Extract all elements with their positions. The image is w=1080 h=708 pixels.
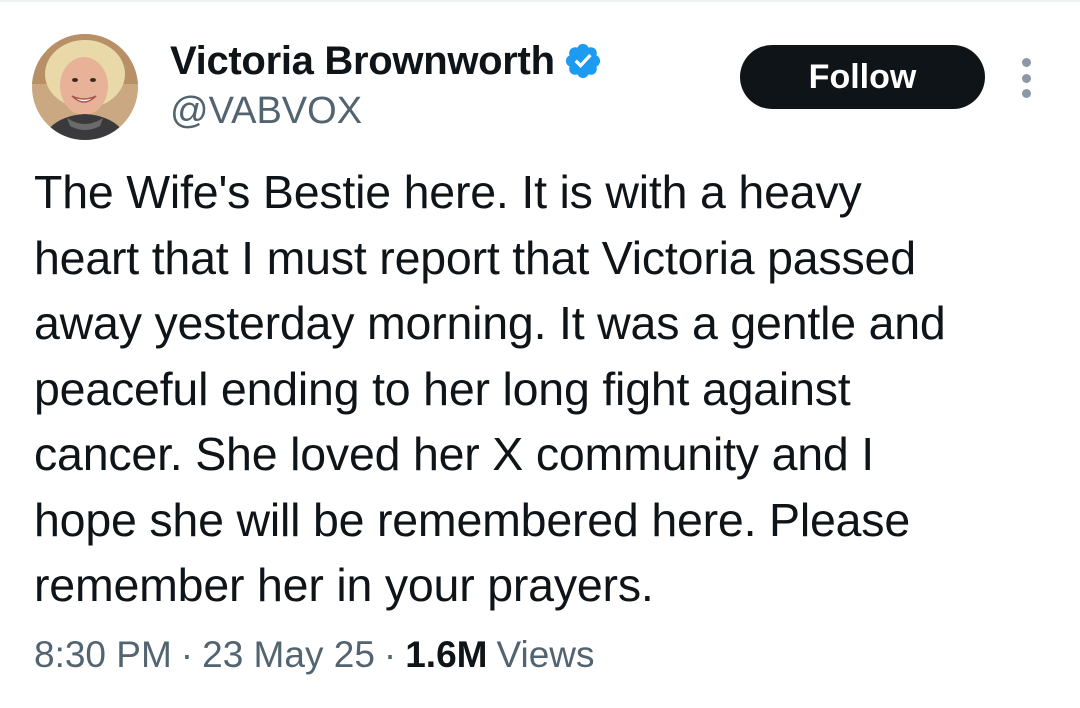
tweet-meta: 8:30 PM · 23 May 25 · 1.6M Views: [34, 634, 595, 676]
follow-button[interactable]: Follow: [740, 45, 985, 109]
tweet-text-line: hope she will be remembered here. Please: [34, 493, 910, 546]
tweet-text-line: cancer. She loved her X community and I: [34, 428, 874, 480]
tweet-text-line: The Wife's Bestie here. It is with a hea…: [34, 166, 862, 218]
tweet-card: Victoria Brownworth @VABVOX Follow The W…: [0, 0, 1080, 708]
views-count: 1.6M: [405, 634, 488, 675]
more-dot: [1021, 58, 1031, 67]
meta-separator: ·: [383, 634, 397, 675]
profile-photo-icon: [32, 34, 138, 140]
meta-separator: ·: [180, 634, 194, 675]
tweet-text-line: remember her in your prayers.: [34, 559, 654, 611]
display-name[interactable]: Victoria Brownworth: [170, 39, 555, 84]
verified-badge-icon[interactable]: [563, 41, 603, 81]
name-row: Victoria Brownworth: [170, 36, 603, 86]
tweet-text-line: away yesterday morning. It was a gentle …: [34, 297, 946, 349]
more-options-icon[interactable]: [1012, 58, 1040, 98]
tweet-text: The Wife's Bestie here. It is with a hea…: [34, 160, 1054, 619]
avatar[interactable]: [32, 34, 138, 140]
more-dot: [1021, 73, 1031, 83]
tweet-time[interactable]: 8:30 PM: [34, 634, 172, 676]
more-dot: [1021, 89, 1031, 98]
tweet-date[interactable]: 23 May 25: [202, 634, 375, 676]
tweet-text-line: heart that I must report that Victoria p…: [34, 231, 916, 284]
tweet-text-line: peaceful ending to her long fight agains…: [34, 362, 851, 415]
user-info: Victoria Brownworth @VABVOX: [170, 36, 603, 133]
user-handle[interactable]: @VABVOX: [170, 90, 603, 133]
views-label: Views: [496, 634, 595, 675]
